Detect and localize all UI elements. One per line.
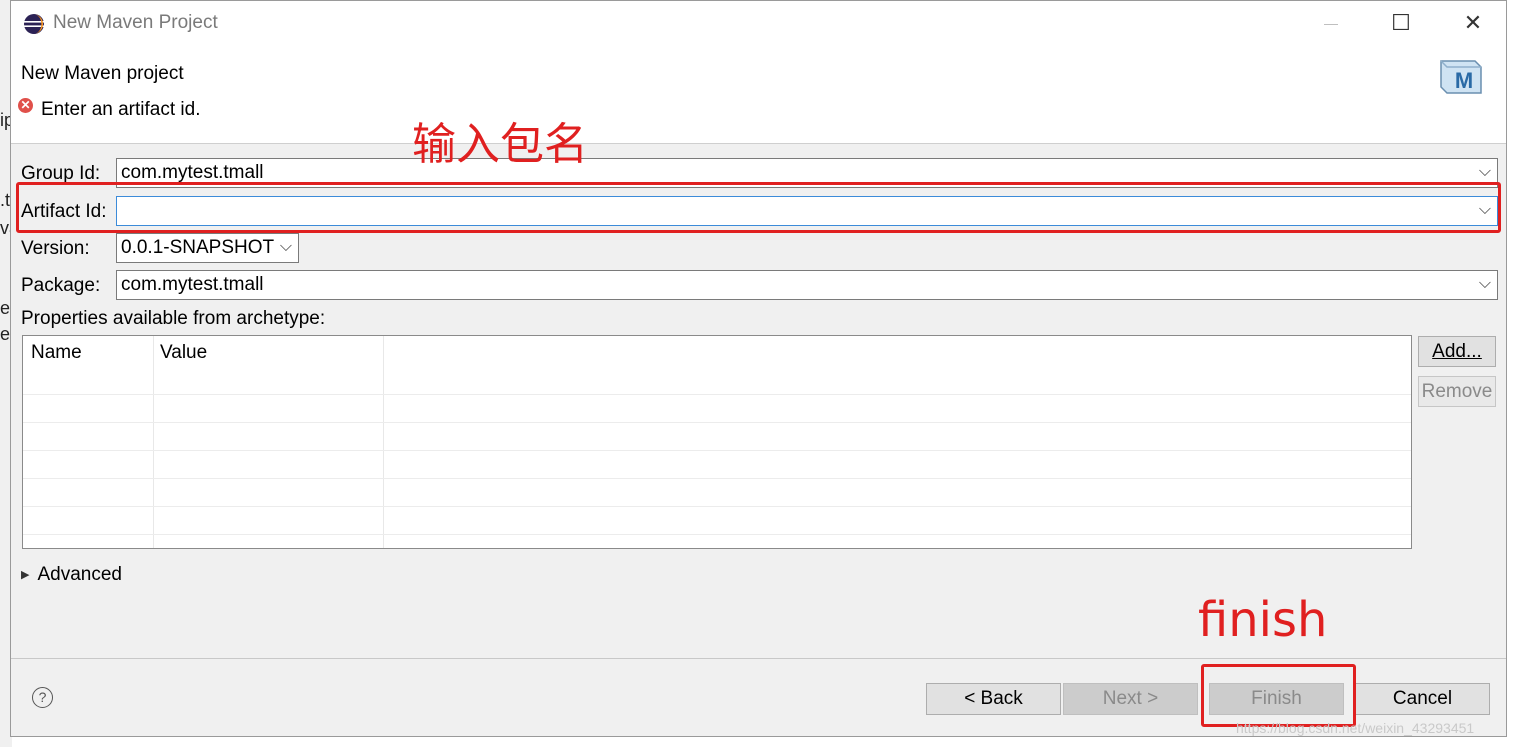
maximize-button[interactable]: ☐ <box>1373 5 1429 41</box>
chevron-down-icon[interactable]: ⌵ <box>1479 163 1491 181</box>
expand-triangle-icon[interactable]: ▶ <box>21 568 29 581</box>
footer-divider <box>11 658 1506 659</box>
properties-label: Properties available from archetype: <box>21 308 326 329</box>
chevron-down-icon[interactable]: ⌵ <box>1479 275 1491 293</box>
close-button[interactable]: ✕ <box>1445 5 1501 41</box>
add-button-label: Add... <box>1432 341 1482 362</box>
artifact-id-annotation: 输入包名 <box>412 119 588 170</box>
version-label: Version: <box>21 238 90 259</box>
chevron-down-icon[interactable]: ⌵ <box>280 238 292 256</box>
table-row <box>23 450 1411 451</box>
remove-button-label: Remove <box>1421 381 1493 402</box>
add-button[interactable]: Add... <box>1418 336 1496 367</box>
column-header-name[interactable]: Name <box>31 342 82 364</box>
finish-annotation: finish <box>1198 592 1328 648</box>
version-combo[interactable]: 0.0.1-SNAPSHOT ⌵ <box>116 233 299 263</box>
remove-button[interactable]: Remove <box>1418 376 1496 407</box>
watermark-text: https://blog.csdn.net/weixin_43293451 <box>1236 720 1475 736</box>
table-row <box>23 506 1411 507</box>
eclipse-icon <box>24 14 44 34</box>
artifact-id-highlight-box <box>16 182 1501 233</box>
package-value: com.mytest.tmall <box>121 274 264 295</box>
cancel-button[interactable]: Cancel <box>1355 683 1490 715</box>
column-header-value[interactable]: Value <box>160 342 207 364</box>
back-button[interactable]: < Back <box>926 683 1061 715</box>
window-title: New Maven Project <box>53 12 218 33</box>
next-button[interactable]: Next > <box>1063 683 1198 715</box>
package-label: Package: <box>21 275 101 296</box>
maven-logo-letter: M <box>1455 68 1473 93</box>
wizard-header: New Maven project ✕ Enter an artifact id… <box>11 45 1506 144</box>
minimize-button[interactable]: — <box>1303 5 1359 41</box>
help-icon[interactable]: ? <box>32 687 53 708</box>
properties-table[interactable]: Name Value <box>22 335 1412 549</box>
table-row <box>23 394 1411 395</box>
version-value: 0.0.1-SNAPSHOT <box>121 237 275 258</box>
maven-logo-icon: M <box>1440 60 1482 94</box>
table-row <box>23 422 1411 423</box>
title-bar[interactable]: New Maven Project — ☐ ✕ <box>11 1 1506 45</box>
table-row <box>23 478 1411 479</box>
column-divider <box>153 336 154 548</box>
column-divider <box>383 336 384 548</box>
error-icon: ✕ <box>18 98 33 113</box>
finish-highlight-box <box>1201 664 1356 727</box>
table-row <box>23 534 1411 535</box>
error-message: Enter an artifact id. <box>41 99 201 120</box>
wizard-page-title: New Maven project <box>21 63 184 84</box>
background-text: .t <box>0 190 11 210</box>
advanced-label: Advanced <box>37 564 122 585</box>
group-id-value: com.mytest.tmall <box>121 162 264 183</box>
advanced-section-toggle[interactable]: ▶ Advanced <box>21 564 122 586</box>
package-combo[interactable]: com.mytest.tmall ⌵ <box>116 270 1498 300</box>
